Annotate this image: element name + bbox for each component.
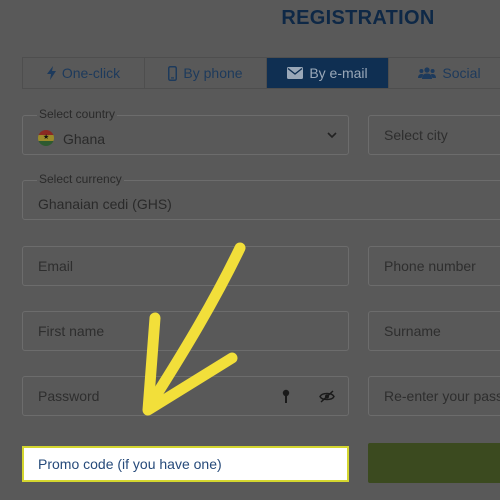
promo-code-field[interactable]: Promo code (if you have one) [22,446,349,482]
register-button[interactable] [368,443,500,483]
currency-label: Select currency [37,172,124,186]
reenter-password-field[interactable]: Re-enter your pass [368,376,500,416]
eye-slash-icon[interactable] [319,390,335,408]
first-name-placeholder: First name [38,323,105,339]
email-field[interactable]: Email [22,246,349,286]
ghana-flag-icon: ★ [38,130,54,146]
currency-select[interactable]: Select currency Ghanaian cedi (GHS) [22,172,500,220]
key-icon[interactable] [281,389,291,409]
first-name-field[interactable]: First name [22,311,349,351]
page-title: REGISTRATION [281,7,435,29]
surname-placeholder: Surname [384,323,441,339]
registration-page: REGISTRATION One-click By phone By e-mai… [0,0,500,500]
country-label: Select country [37,107,118,121]
envelope-icon [287,67,304,79]
tab-label: Social [442,65,481,81]
password-field[interactable]: Password [22,376,349,416]
reenter-placeholder: Re-enter your pass [384,388,500,404]
email-placeholder: Email [38,258,74,274]
city-select[interactable]: Select city [368,115,500,155]
users-icon [418,67,437,79]
phone-field[interactable]: Phone number [368,246,500,286]
country-select[interactable]: Select country ★ Ghana [22,107,349,155]
registration-tabs: One-click By phone By e-mail Social [22,57,500,89]
tab-by-email[interactable]: By e-mail [267,58,389,88]
tab-one-click[interactable]: One-click [23,58,145,88]
phone-placeholder: Phone number [384,258,476,274]
currency-value: Ghanaian cedi (GHS) [38,196,172,212]
tab-by-phone[interactable]: By phone [145,58,267,88]
country-value: Ghana [63,131,106,147]
surname-field[interactable]: Surname [368,311,500,351]
tab-label: One-click [61,65,121,81]
password-placeholder: Password [38,388,100,404]
chevron-down-icon [326,128,338,146]
lightning-icon [46,66,56,80]
city-placeholder: Select city [384,127,448,143]
promo-placeholder: Promo code (if you have one) [38,456,222,472]
tab-social[interactable]: Social [389,58,500,88]
tab-label: By phone [183,65,243,81]
phone-icon [168,65,178,81]
tab-label: By e-mail [309,65,368,81]
